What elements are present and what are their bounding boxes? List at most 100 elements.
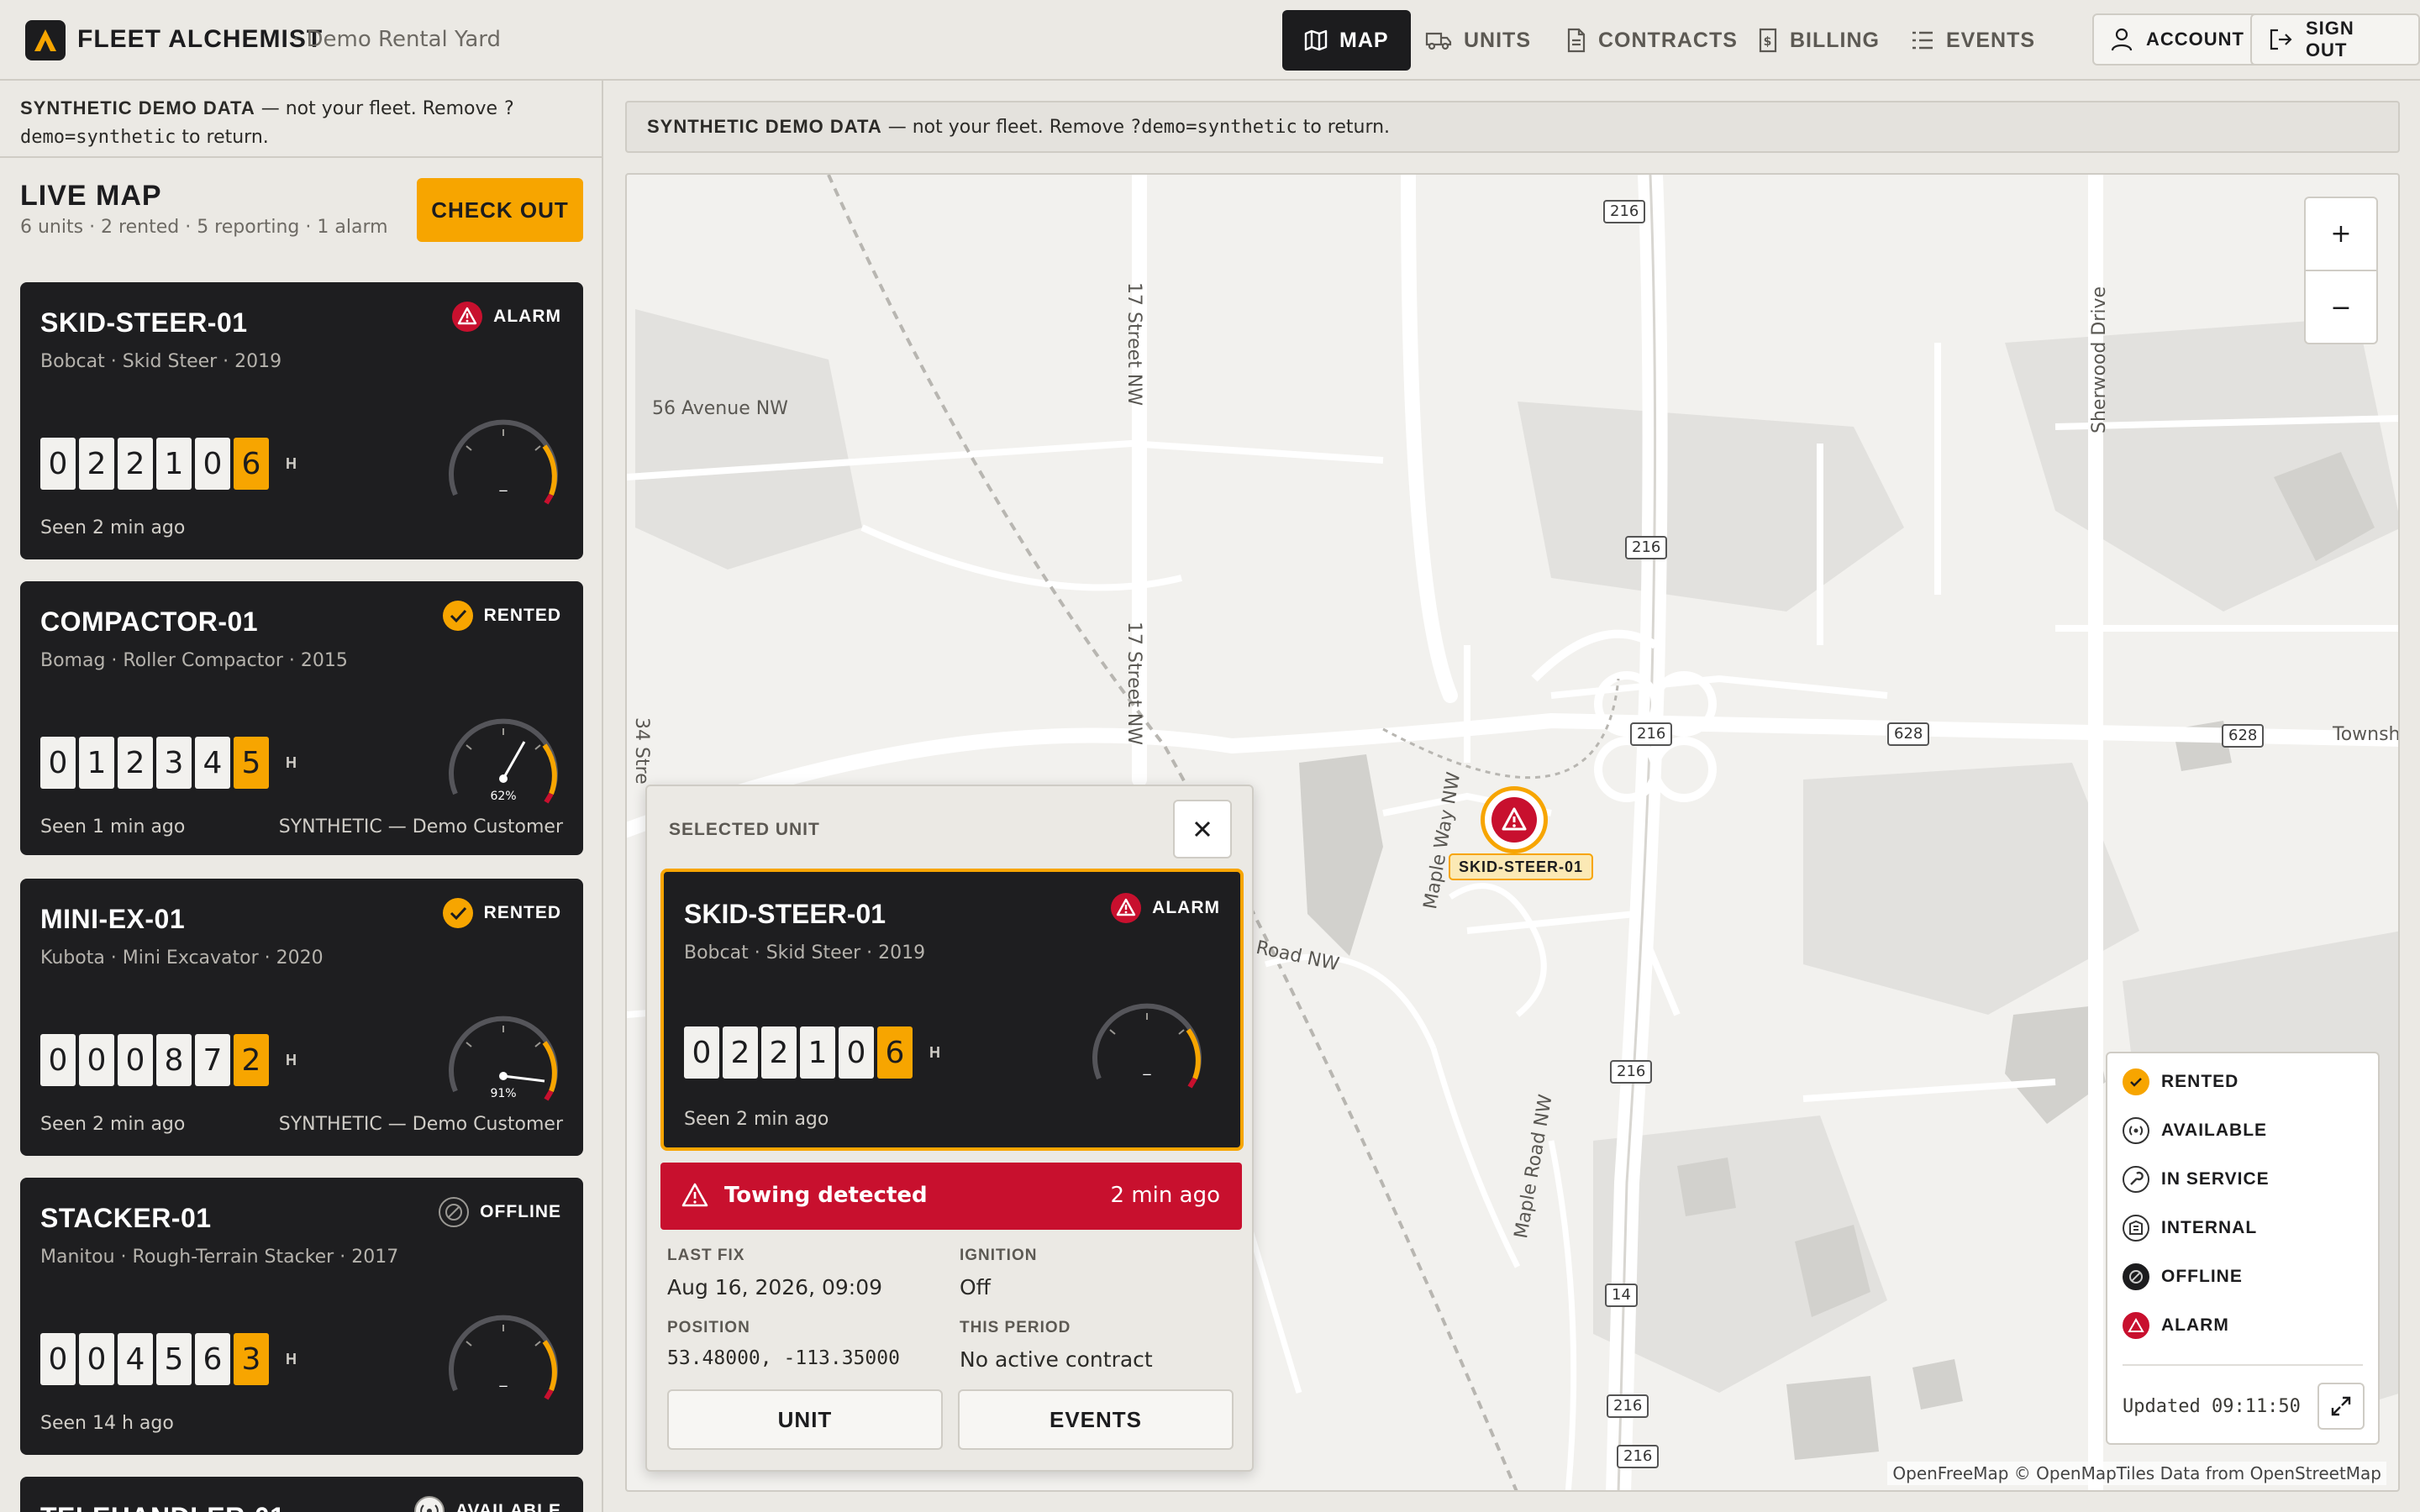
selected-unit-panel: SELECTED UNIT SKID-STEER-01 Bobcat · Ski… xyxy=(645,785,1254,1472)
fuel-gauge: _ xyxy=(449,419,558,505)
demo-banner-text: — not your fleet. Remove xyxy=(881,117,1131,138)
check-out-button[interactable]: CHECK OUT xyxy=(417,178,583,242)
live-map-summary: 6 units · 2 rented · 5 reporting · 1 ala… xyxy=(20,217,388,238)
yard-name: · Demo Rental Yard xyxy=(292,27,502,52)
highway-shield: 216 xyxy=(1603,200,1646,223)
street-label: Townsh xyxy=(2333,724,2400,745)
hour-digit: 3 xyxy=(156,737,192,789)
status-label: RENTED xyxy=(483,606,561,625)
check-icon xyxy=(442,898,473,928)
last-fix-label: LAST FIX xyxy=(667,1247,745,1264)
check-icon xyxy=(2123,1068,2149,1095)
nav-units[interactable]: UNITS xyxy=(1403,10,1553,71)
truck-icon xyxy=(1425,32,1452,50)
legend-item-rented: RENTED xyxy=(2123,1068,2238,1095)
logo[interactable] xyxy=(25,20,66,60)
hour-digit: 2 xyxy=(118,438,153,490)
legend-item-internal: INTERNAL xyxy=(2123,1215,2257,1242)
unit-card[interactable]: SKID-STEER-01 Bobcat · Skid Steer · 2019… xyxy=(20,282,583,559)
gauge-label: 62% xyxy=(490,790,516,803)
close-button[interactable] xyxy=(1173,800,1232,858)
nav-units-label: UNITS xyxy=(1464,28,1531,52)
hour-digit: 0 xyxy=(40,1034,76,1086)
demo-banner-strong: SYNTHETIC DEMO DATA xyxy=(647,116,882,137)
alarm-icon xyxy=(452,302,483,332)
hour-digit: 0 xyxy=(79,1034,114,1086)
unit-name: MINI-EX-01 xyxy=(40,904,186,934)
highway-shield: 628 xyxy=(2222,724,2265,748)
zoom-control: + − xyxy=(2304,197,2378,344)
unit-model: Bomag · Roller Compactor · 2015 xyxy=(40,650,348,671)
nav-billing-label: BILLING xyxy=(1790,28,1880,52)
demo-banner-text: — not your fleet. Remove xyxy=(255,98,504,119)
unit-name: SKID-STEER-01 xyxy=(40,307,248,338)
status-label: ALARM xyxy=(493,307,561,326)
gauge-label: _ xyxy=(499,475,508,492)
hour-unit: H xyxy=(286,1051,297,1068)
nav-map[interactable]: MAP xyxy=(1282,10,1411,71)
highway-shield: 628 xyxy=(1887,722,1930,746)
alert-banner[interactable]: Towing detected 2 min ago xyxy=(660,1163,1242,1230)
unit-card[interactable]: COMPACTOR-01 Bomag · Roller Compactor · … xyxy=(20,581,583,855)
nav-events-label: EVENTS xyxy=(1946,28,2036,52)
unit-card[interactable]: STACKER-01 Manitou · Rough-Terrain Stack… xyxy=(20,1178,583,1455)
account-button[interactable]: ACCOUNT xyxy=(2092,13,2263,66)
hour-digit: 5 xyxy=(234,737,269,789)
hour-digit: 1 xyxy=(79,737,114,789)
unit-marker[interactable] xyxy=(1481,786,1548,853)
hour-digit: 2 xyxy=(118,737,153,789)
hour-digit: 2 xyxy=(723,1026,758,1079)
status-badge: RENTED xyxy=(442,897,561,929)
building-icon xyxy=(2123,1215,2149,1242)
period-value: No active contract xyxy=(960,1347,1153,1372)
gauge-label: _ xyxy=(499,1370,508,1388)
hour-digit: 6 xyxy=(234,438,269,490)
customer-name: SYNTHETIC — Demo Customer xyxy=(278,816,563,837)
top-bar: FLEET ALCHEMIST · Demo Rental Yard MAP U… xyxy=(0,0,2420,81)
hour-meter: 0 1 2 3 4 5 H xyxy=(40,737,297,789)
demo-banner: SYNTHETIC DEMO DATA — not your fleet. Re… xyxy=(625,101,2400,153)
marker-label[interactable]: SKID-STEER-01 xyxy=(1449,853,1594,880)
document-icon xyxy=(1567,28,1586,53)
zoom-out-button[interactable]: − xyxy=(2306,271,2376,344)
selected-unit-card[interactable]: SKID-STEER-01 Bobcat · Skid Steer · 2019… xyxy=(660,869,1244,1151)
map-attribution[interactable]: OpenFreeMap © OpenMapTiles Data from Ope… xyxy=(1887,1462,2386,1485)
demo-banner-tail: to return. xyxy=(176,127,269,148)
fuel-gauge: _ xyxy=(1092,1003,1202,1089)
status-badge: OFFLINE xyxy=(438,1196,561,1228)
unit-card[interactable]: MINI-EX-01 Kubota · Mini Excavator · 202… xyxy=(20,879,583,1156)
demo-banner-tail: to return. xyxy=(1297,117,1391,138)
status-badge: ALARM xyxy=(451,301,561,333)
ignition-value: Off xyxy=(960,1275,991,1299)
position-label: POSITION xyxy=(667,1319,750,1336)
hour-digit: 7 xyxy=(195,1034,230,1086)
map-icon xyxy=(1304,29,1328,51)
signal-icon xyxy=(413,1496,445,1512)
hour-unit: H xyxy=(286,753,297,771)
zoom-in-button[interactable]: + xyxy=(2306,198,2376,271)
fullscreen-button[interactable] xyxy=(2317,1383,2365,1430)
updated-time: Updated 09:11:50 xyxy=(2123,1396,2301,1417)
events-button[interactable]: EVENTS xyxy=(958,1389,1234,1450)
status-badge: ALARM xyxy=(1110,892,1220,924)
unit-card[interactable]: TELEHANDLER-01 AVAILABLE xyxy=(20,1477,583,1512)
hour-digit: 4 xyxy=(195,737,230,789)
last-fix-value: Aug 16, 2026, 09:09 xyxy=(667,1275,883,1299)
gauge-label: _ xyxy=(1143,1058,1152,1076)
last-seen: Seen 14 h ago xyxy=(40,1413,174,1434)
nav-events[interactable]: EVENTS xyxy=(1889,10,2057,71)
street-label: 56 Avenue NW xyxy=(652,398,788,419)
nav-billing[interactable]: $ BILLING xyxy=(1736,10,1902,71)
legend-divider xyxy=(2123,1364,2363,1366)
demo-banner-code: ?demo=synthetic xyxy=(1130,117,1297,138)
hour-meter: 0 0 0 8 7 2 H xyxy=(40,1034,297,1086)
fuel-gauge: 91% xyxy=(449,1016,558,1101)
gauge-label: 91% xyxy=(490,1087,516,1100)
unit-button[interactable]: UNIT xyxy=(667,1389,943,1450)
legend-label: AVAILABLE xyxy=(2161,1121,2268,1140)
hour-digit: 0 xyxy=(79,1333,114,1385)
nav-contracts[interactable]: CONTRACTS xyxy=(1544,10,1760,71)
highway-shield: 216 xyxy=(1630,722,1673,746)
unit-model: Manitou · Rough-Terrain Stacker · 2017 xyxy=(40,1247,399,1268)
sign-out-button[interactable]: SIGN OUT xyxy=(2250,13,2420,66)
